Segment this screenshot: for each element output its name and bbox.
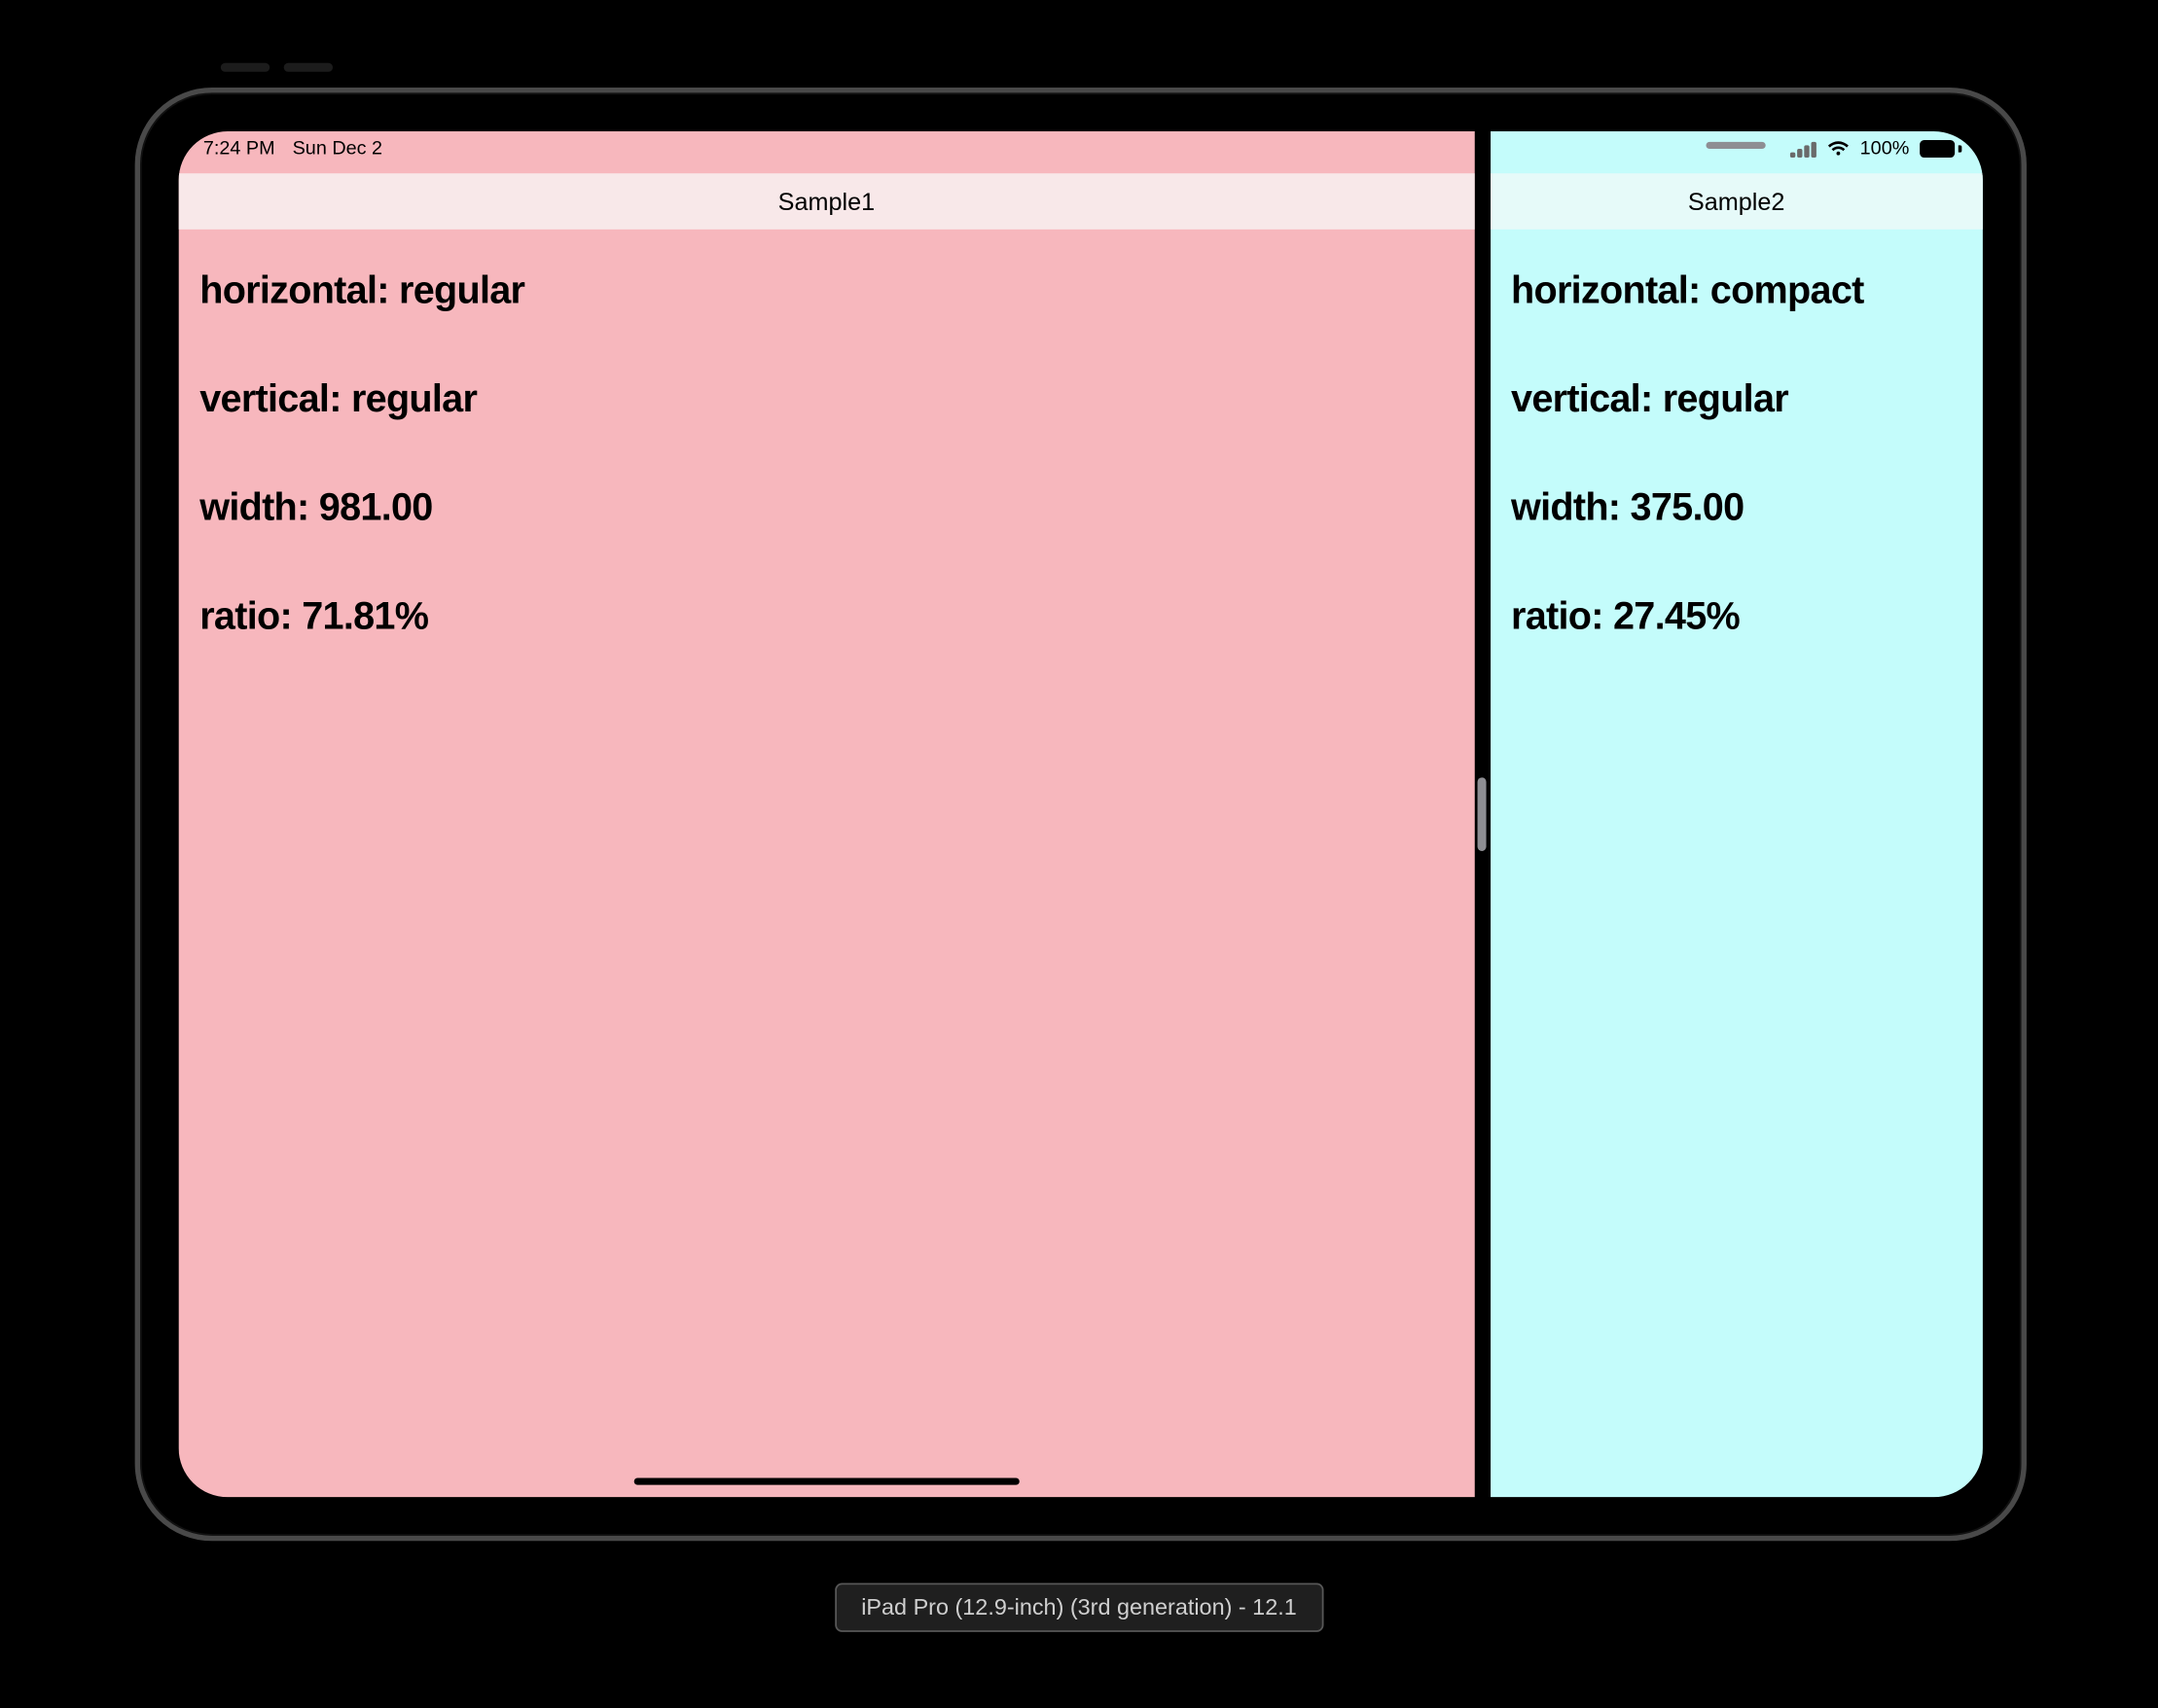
simulator-stage: 7:24 PM Sun Dec 2 Sample1 horizontal: re… [0,0,2158,1681]
hw-volume-up [221,63,270,72]
metric-vertical-right: vertical: regular [1511,376,1961,422]
nav-bar-left: Sample1 [179,173,1475,230]
app-left: 7:24 PM Sun Dec 2 Sample1 horizontal: re… [179,131,1475,1497]
cellular-icon [1791,140,1816,158]
split-view: 7:24 PM Sun Dec 2 Sample1 horizontal: re… [179,131,1983,1497]
metric-width-right: width: 375.00 [1511,485,1961,531]
battery-icon [1920,140,1961,158]
home-indicator[interactable] [633,1477,1019,1484]
metric-vertical-left: vertical: regular [199,376,1453,422]
nav-title-left: Sample1 [778,188,875,216]
metric-ratio-right: ratio: 27.45% [1511,593,1961,639]
metric-horizontal-left: horizontal: regular [199,267,1453,313]
split-handle-icon[interactable] [1478,777,1487,851]
nav-title-right: Sample2 [1688,188,1784,216]
body-left: horizontal: regular vertical: regular wi… [179,230,1475,1497]
nav-bar-right: Sample2 [1490,173,1983,230]
metric-horizontal-right: horizontal: compact [1511,267,1961,313]
status-date: Sun Dec 2 [293,138,382,160]
split-divider[interactable] [1474,131,1490,1497]
status-bar-right: 100% [1490,131,1983,173]
app-right: 100% Sample2 horizontal: compact [1490,131,1983,1497]
metric-ratio-left: ratio: 71.81% [199,593,1453,639]
device-badge: iPad Pro (12.9-inch) (3rd generation) - … [835,1583,1323,1631]
status-bar-left: 7:24 PM Sun Dec 2 [179,131,1475,173]
status-time: 7:24 PM [203,138,275,160]
battery-percent: 100% [1860,138,1910,160]
multitask-grabber-icon[interactable] [1707,142,1766,149]
body-right: horizontal: compact vertical: regular wi… [1490,230,1983,1497]
ipad-frame: 7:24 PM Sun Dec 2 Sample1 horizontal: re… [135,88,2027,1541]
metric-width-left: width: 981.00 [199,485,1453,531]
ipad-screen[interactable]: 7:24 PM Sun Dec 2 Sample1 horizontal: re… [179,131,1983,1497]
hw-volume-down [284,63,333,72]
wifi-icon [1826,140,1849,158]
